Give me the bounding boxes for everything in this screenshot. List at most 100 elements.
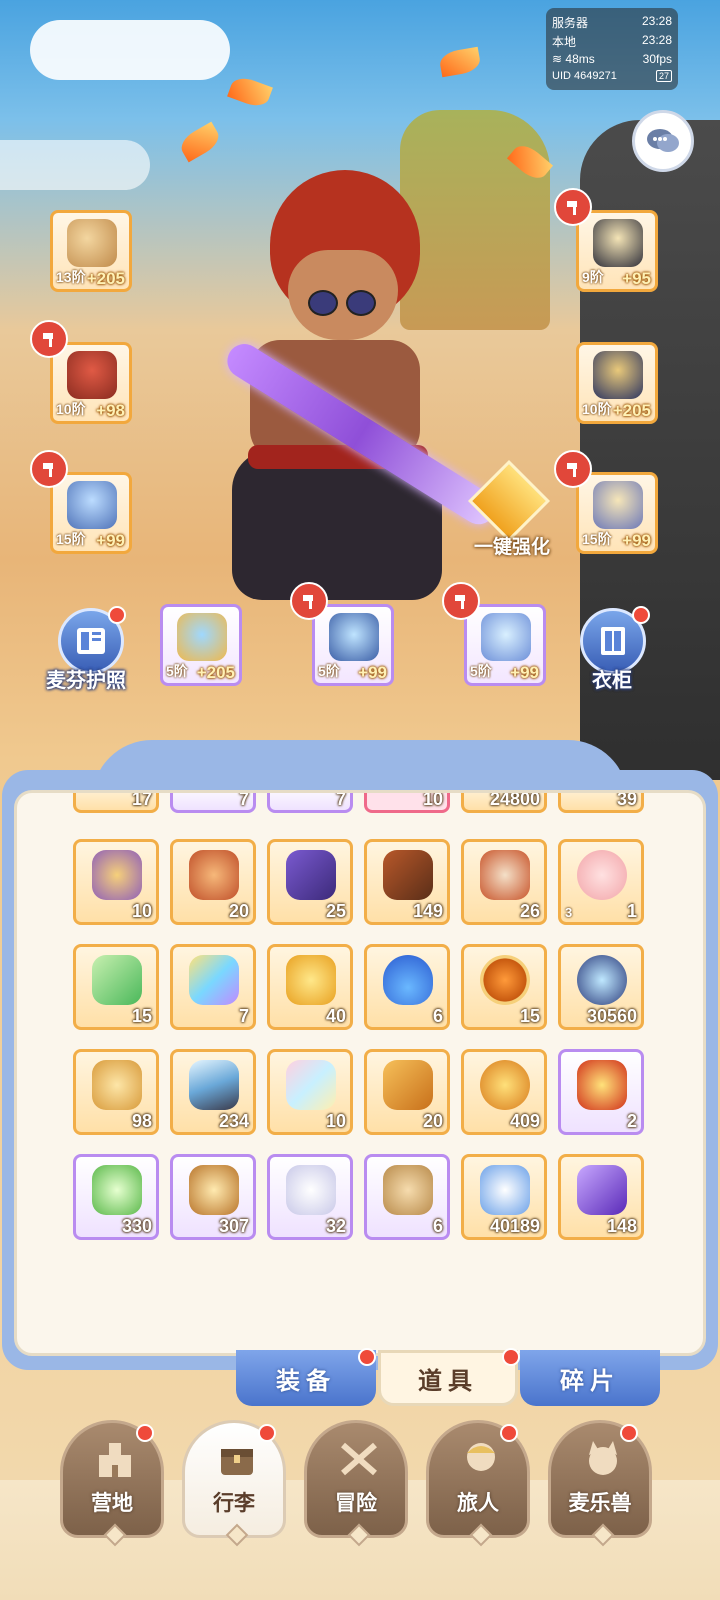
inventory-item[interactable]: 98 (73, 1049, 159, 1135)
upgrade-hammer-icon[interactable] (442, 582, 480, 620)
item-quantity: 1 (626, 901, 637, 921)
slot-bonus: +99 (96, 531, 125, 550)
tab-equipment[interactable]: 装备 (236, 1350, 376, 1406)
inventory-item[interactable]: 40 (267, 944, 353, 1030)
armor-icon (67, 351, 117, 399)
item-quantity: 98 (131, 1111, 152, 1131)
bell-icon (480, 1060, 530, 1110)
bracer-icon (593, 351, 643, 399)
inventory-item[interactable]: 234 (170, 1049, 256, 1135)
item-quantity: 307 (218, 1216, 249, 1236)
inventory-item[interactable]: 30560 (558, 944, 644, 1030)
necklace-icon (329, 613, 379, 661)
chest-icon (212, 1437, 262, 1481)
notification-dot (136, 1424, 154, 1442)
inventory-item[interactable]: 39 (558, 793, 644, 813)
item-quantity: 10 (422, 790, 443, 809)
quick-enhance-label: 一键强化 (473, 537, 550, 558)
inventory-item[interactable]: 15 (73, 944, 159, 1030)
inventory-item[interactable]: 148 (558, 1154, 644, 1240)
item-quantity: 24800 (489, 790, 540, 809)
inventory-item[interactable]: 330 (73, 1154, 159, 1240)
item-quantity: 40 (325, 1006, 346, 1026)
inventory-item[interactable]: 307 (170, 1154, 256, 1240)
equip-slot-boots[interactable]: 15阶 +99 (576, 472, 658, 554)
inventory-item[interactable]: 10 (267, 1049, 353, 1135)
inventory-item[interactable]: 31 (558, 839, 644, 925)
character-eye (346, 290, 376, 316)
enhance-arrow-icon (467, 459, 551, 543)
nav-label: 营地 (91, 1492, 133, 1515)
inventory-item[interactable]: 6 (364, 944, 450, 1030)
lyre-icon (92, 1060, 142, 1110)
equip-slot-weapon[interactable]: 13阶 +205 (50, 210, 132, 292)
item-quantity: 234 (218, 1111, 249, 1131)
battery-icon: 27 (655, 70, 672, 82)
chat-button[interactable] (632, 110, 694, 172)
passport-book-icon (77, 628, 105, 654)
cloud (0, 140, 150, 190)
nav-label: 麦乐兽 (568, 1492, 632, 1515)
inventory-item[interactable]: 24800 (461, 790, 547, 813)
upgrade-hammer-icon[interactable] (290, 582, 328, 620)
upgrade-hammer-icon[interactable] (30, 320, 68, 358)
inventory-item[interactable]: 10 (364, 790, 450, 813)
accessory-slot-necklace[interactable]: 5阶 +99 (312, 604, 394, 686)
notification-dot (108, 606, 126, 624)
upgrade-hammer-icon[interactable] (30, 450, 68, 488)
blue-potion-icon (383, 955, 433, 1005)
tab-items[interactable]: 道具 (378, 1350, 518, 1406)
inventory-item[interactable]: 15 (461, 944, 547, 1030)
inventory-item[interactable]: 7 (170, 793, 256, 813)
nav-adventure[interactable]: 冒险 (304, 1420, 408, 1547)
equip-slot-bracer[interactable]: 10阶 +205 (576, 342, 658, 424)
nav-label: 冒险 (335, 1492, 377, 1515)
slot-bonus: +99 (622, 531, 651, 550)
item-quantity: 7 (335, 790, 346, 809)
status-overlay: 服务器 23:28 本地 23:28 ≋ 48ms 30fps UID 4649… (546, 8, 678, 90)
ping: ≋ 48ms (552, 52, 595, 66)
accessory-slot-ring[interactable]: 5阶 +205 (160, 604, 242, 686)
item-tag: 3 (565, 905, 573, 920)
inventory-item[interactable]: 7 (170, 944, 256, 1030)
inventory-item[interactable]: 409 (461, 1049, 547, 1135)
item-quantity: 2 (626, 1111, 637, 1131)
inventory-item[interactable]: 6 (364, 1154, 450, 1240)
slot-bonus: +95 (622, 269, 651, 288)
inventory-item[interactable]: 17 (73, 790, 159, 813)
slot-bonus: +205 (612, 401, 651, 420)
upgrade-hammer-icon[interactable] (554, 188, 592, 226)
ping-value: 48ms (565, 52, 595, 66)
boots-icon (593, 481, 643, 529)
inventory-item[interactable]: 32 (267, 1154, 353, 1240)
item-quantity: 32 (325, 1216, 346, 1236)
inventory-item[interactable]: 149 (364, 839, 450, 925)
character-eye (308, 290, 338, 316)
quick-enhance-button[interactable]: 一键强化 (462, 459, 562, 560)
pig-icon (577, 850, 627, 900)
equip-slot-helmet[interactable]: 9阶 +95 (576, 210, 658, 292)
slot-bonus: +205 (196, 663, 235, 682)
bottle-icon (92, 1165, 142, 1215)
helmet-icon (593, 219, 643, 267)
inventory-item[interactable]: 10 (73, 839, 159, 925)
inventory-item[interactable]: 25 (267, 839, 353, 925)
notification-dot (620, 1424, 638, 1442)
inventory-item[interactable]: 26 (461, 839, 547, 925)
inventory-item[interactable]: 40189 (461, 1154, 547, 1240)
inventory-panel[interactable]: 17 7 7 10 24800 39 10 20 25 149 26 31 15… (14, 790, 706, 1356)
tab-fragments[interactable]: 碎片 (520, 1350, 660, 1406)
inventory-item[interactable]: 20 (170, 839, 256, 925)
inventory-item[interactable]: 7 (267, 790, 353, 813)
server-time: 23:28 (641, 14, 672, 28)
accessory-slot-charm[interactable]: 5阶 +99 (464, 604, 546, 686)
local-time-label: 本地 (552, 35, 577, 49)
equip-slot-pants[interactable]: 15阶 +99 (50, 472, 132, 554)
wifi-icon: ≋ (552, 52, 566, 66)
inventory-item[interactable]: 2 (558, 1049, 644, 1135)
pants-icon (67, 481, 117, 529)
inventory-item[interactable]: 20 (364, 1049, 450, 1135)
equip-slot-armor[interactable]: 10阶 +98 (50, 342, 132, 424)
fps-value: 30fps (642, 52, 672, 66)
item-quantity: 17 (131, 790, 152, 809)
